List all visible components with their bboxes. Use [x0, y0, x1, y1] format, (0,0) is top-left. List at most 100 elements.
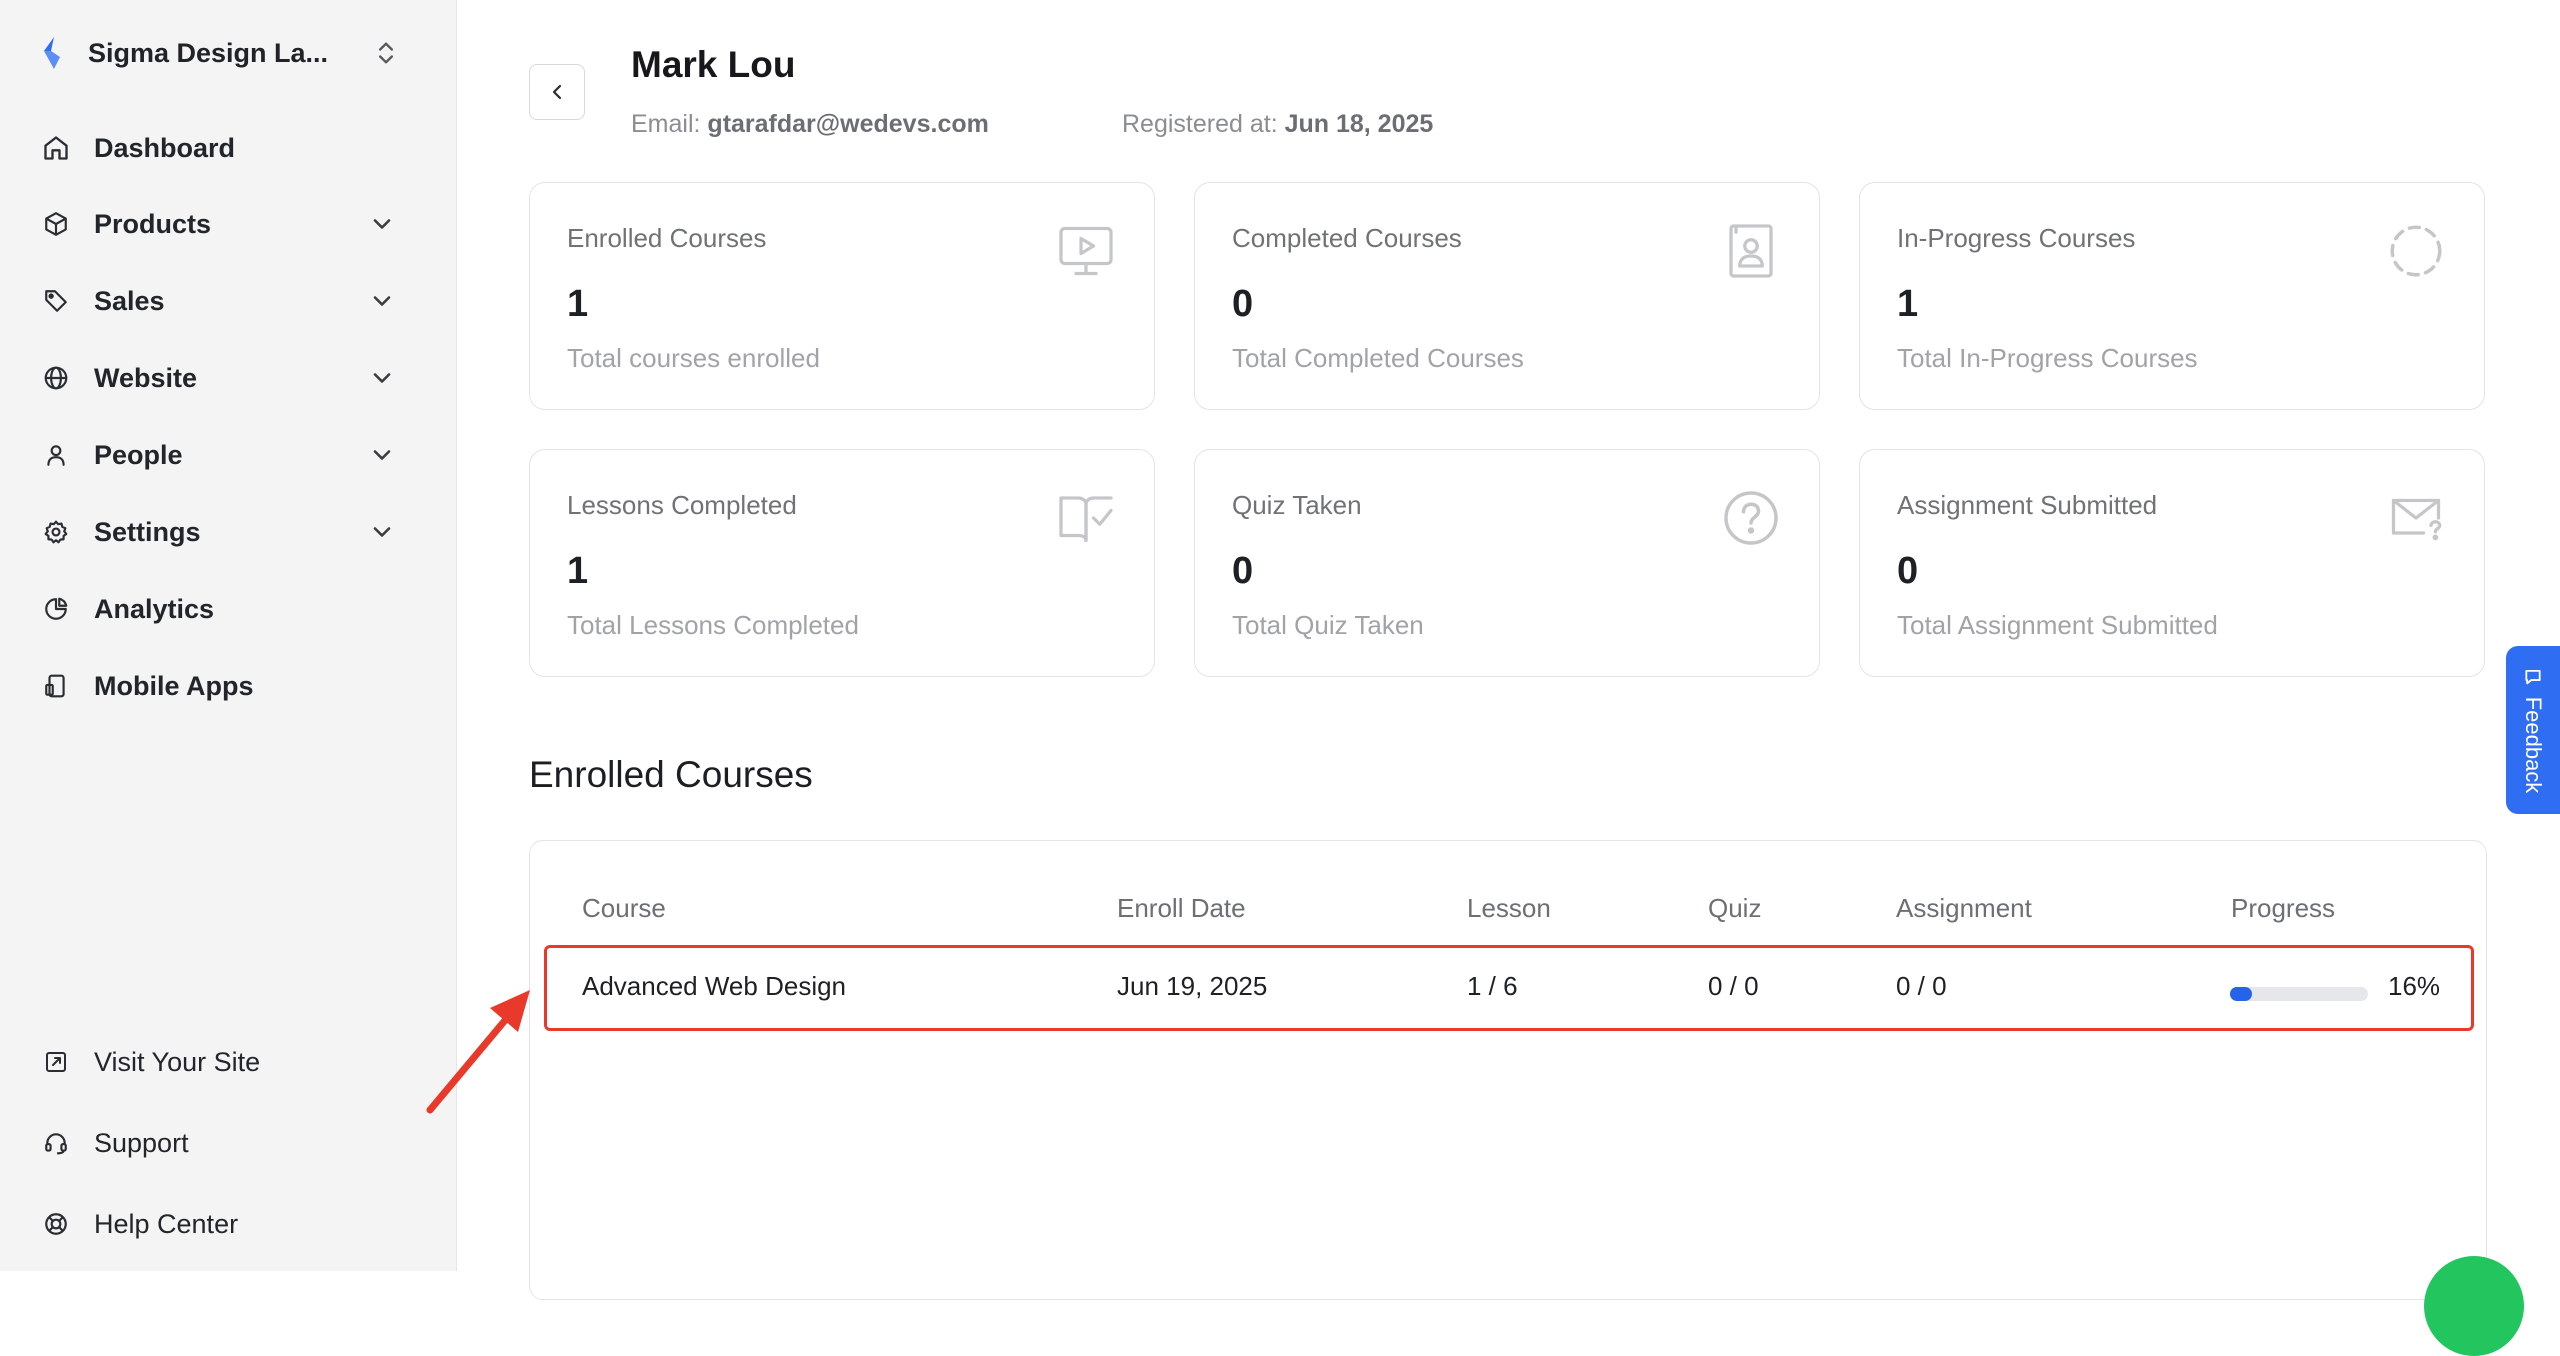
column-header-progress: Progress	[2231, 893, 2336, 923]
student-name: Mark Lou	[631, 44, 796, 85]
sidebar-item-label: Mobile Apps	[94, 670, 254, 701]
chevron-down-icon[interactable]	[368, 210, 396, 238]
stat-subtitle: Total Assignment Submitted	[1897, 610, 2218, 640]
feedback-label: Feedback	[2521, 696, 2546, 794]
sidebar-item-label: Visit Your Site	[94, 1046, 261, 1077]
stat-title: Quiz Taken	[1232, 490, 1362, 520]
progress-bar-fill	[2230, 987, 2253, 1001]
cell-lesson: 1 / 6	[1467, 971, 1518, 1001]
chevron-down-icon[interactable]	[368, 441, 396, 469]
cell-quiz: 0 / 0	[1708, 971, 1759, 1001]
chevron-down-icon[interactable]	[368, 287, 396, 315]
mail-question-icon	[2391, 498, 2442, 541]
sidebar-item-products[interactable]: Products	[40, 198, 400, 250]
stat-card-assignment-submitted: Assignment Submitted 0 Total Assignment …	[1859, 449, 2485, 677]
column-header-lesson: Lesson	[1467, 893, 1551, 923]
sidebar-item-people[interactable]: People	[40, 429, 400, 481]
sidebar-item-label: Website	[94, 362, 198, 393]
gear-icon	[40, 516, 72, 548]
sidebar-item-support[interactable]: Support	[40, 1117, 400, 1169]
user-icon	[40, 439, 72, 471]
dashed-circle-icon	[2390, 225, 2442, 277]
cell-enroll-date: Jun 19, 2025	[1117, 971, 1268, 1001]
question-circle-icon	[1724, 491, 1778, 545]
stat-subtitle: Total Quiz Taken	[1232, 610, 1424, 640]
sidebar-item-visit-your-site[interactable]: Visit Your Site	[40, 1036, 400, 1088]
chevron-left-icon	[552, 84, 562, 100]
stat-value: 0	[1232, 550, 1254, 592]
stat-card-lessons-completed: Lessons Completed 1 Total Lessons Comple…	[529, 449, 1155, 677]
stat-title: Assignment Submitted	[1897, 490, 2158, 520]
column-header-enroll-date: Enroll Date	[1117, 893, 1246, 923]
stat-title: In-Progress Courses	[1897, 223, 2136, 253]
brand-logo	[44, 37, 60, 69]
external-link-icon	[40, 1046, 72, 1078]
sidebar-item-label: Support	[94, 1127, 189, 1158]
column-header-course: Course	[582, 893, 666, 923]
stat-value: 1	[1897, 283, 1919, 325]
home-icon	[40, 132, 72, 164]
sidebar-item-label: Products	[94, 208, 212, 239]
sidebar-item-label: Sales	[94, 285, 165, 316]
registered-label: Registered at:	[1122, 110, 1278, 138]
lifebuoy-icon	[40, 1208, 72, 1240]
stat-subtitle: Total Lessons Completed	[567, 610, 859, 640]
enrolled-courses-heading: Enrolled Courses	[529, 754, 813, 795]
stat-value: 0	[1897, 550, 1919, 592]
back-button[interactable]	[529, 64, 585, 120]
workspace-switcher[interactable]: Sigma Design La...	[40, 30, 400, 76]
sidebar-item-label: Help Center	[94, 1208, 239, 1239]
stat-value: 0	[1232, 283, 1254, 325]
cell-progress-percent: 16%	[2388, 971, 2441, 1001]
sidebar-item-label: People	[94, 439, 183, 470]
annotation-arrow	[426, 990, 530, 1114]
chevron-down-icon[interactable]	[368, 364, 396, 392]
stat-subtitle: Total In-Progress Courses	[1897, 343, 2198, 373]
cell-assignment: 0 / 0	[1896, 971, 1947, 1001]
stat-title: Completed Courses	[1232, 223, 1462, 253]
column-header-assignment: Assignment	[1896, 893, 2032, 923]
globe-icon	[40, 362, 72, 394]
chevron-down-icon[interactable]	[368, 518, 396, 546]
workspace-name: Sigma Design La...	[88, 37, 329, 68]
sidebar-item-sales[interactable]: Sales	[40, 275, 400, 327]
registered-date: Registered at: Jun 18, 2025	[1122, 110, 1433, 139]
stat-value: 1	[567, 283, 589, 325]
stat-card-in-progress-courses: In-Progress Courses 1 Total In-Progress …	[1859, 182, 2485, 410]
enrolled-courses-table: Course Enroll Date Lesson Quiz Assignmen…	[529, 840, 2487, 1300]
stat-card-completed-courses: Completed Courses 0 Total Completed Cour…	[1194, 182, 1820, 410]
sidebar-item-label: Analytics	[94, 593, 215, 624]
mobile-icon	[40, 670, 72, 702]
sidebar-item-mobile-apps[interactable]: Mobile Apps	[40, 660, 400, 712]
feedback-tab[interactable]: Feedback	[2506, 646, 2560, 814]
stat-title: Enrolled Courses	[567, 223, 767, 253]
cell-course[interactable]: Advanced Web Design	[582, 971, 846, 1002]
chevron-up-down-icon[interactable]	[372, 38, 400, 68]
book-check-icon	[1059, 496, 1113, 543]
stat-card-enrolled-courses: Enrolled Courses 1 Total courses enrolle…	[529, 182, 1155, 410]
registered-value: Jun 18, 2025	[1284, 110, 1434, 138]
sidebar-item-settings[interactable]: Settings	[40, 506, 400, 558]
stat-subtitle: Total courses enrolled	[567, 343, 820, 373]
sidebar-item-dashboard[interactable]: Dashboard	[40, 122, 400, 174]
sidebar-item-help-center[interactable]: Help Center	[40, 1198, 400, 1250]
main-content: Mark Lou Email: gtarafdar@wedevs.com Reg…	[457, 0, 2560, 1300]
stat-subtitle: Total Completed Courses	[1232, 343, 1524, 373]
sidebar-item-analytics[interactable]: Analytics	[40, 583, 400, 635]
chat-launcher-button[interactable]	[2424, 1256, 2524, 1356]
email-label: Email:	[631, 110, 701, 138]
stat-card-quiz-taken: Quiz Taken 0 Total Quiz Taken	[1194, 449, 1820, 677]
headset-icon	[40, 1127, 72, 1159]
stat-title: Lessons Completed	[567, 490, 797, 520]
box-icon	[40, 208, 72, 240]
chat-bubble-icon	[2525, 669, 2541, 685]
student-email: Email: gtarafdar@wedevs.com	[631, 110, 989, 139]
email-value: gtarafdar@wedevs.com	[707, 110, 989, 138]
column-header-quiz: Quiz	[1708, 893, 1762, 923]
sidebar-item-label: Settings	[94, 516, 201, 547]
certificate-icon	[1729, 224, 1773, 278]
stat-value: 1	[567, 550, 589, 592]
sidebar-item-website[interactable]: Website	[40, 352, 400, 404]
pie-chart-icon	[40, 593, 72, 625]
monitor-play-icon	[1059, 226, 1113, 276]
